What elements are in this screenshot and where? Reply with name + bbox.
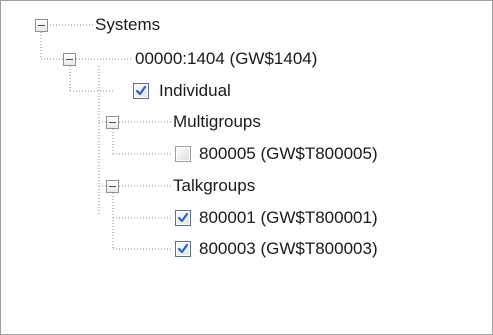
tree-node-multigroups[interactable]: Multigroups: [171, 112, 263, 132]
tree-node-individual[interactable]: Individual: [157, 81, 233, 101]
tree-node-talkgroups[interactable]: Talkgroups: [171, 176, 258, 196]
multigroup-800005-checkbox[interactable]: [175, 146, 191, 162]
talkgroups-collapse-toggle[interactable]: [106, 180, 119, 193]
individual-checkbox[interactable]: [133, 83, 149, 99]
checkmark-icon: [135, 85, 147, 96]
checkmark-icon: [177, 212, 189, 223]
system-1404-collapse-toggle[interactable]: [63, 53, 76, 66]
tree-node-talkgroup-800001[interactable]: 800001 (GW$T800001): [197, 208, 380, 228]
tree-node-systems[interactable]: Systems: [93, 15, 163, 35]
multigroups-collapse-toggle[interactable]: [106, 116, 119, 129]
tree-node-system-1404[interactable]: 00000:1404 (GW$1404): [133, 49, 320, 69]
systems-collapse-toggle[interactable]: [35, 19, 48, 32]
systems-tree-view[interactable]: Systems 00000:1404 (GW$1404) Individual …: [0, 0, 493, 335]
checkmark-icon: [177, 243, 189, 254]
tree-node-multigroup-800005[interactable]: 800005 (GW$T800005): [197, 144, 380, 164]
talkgroup-800001-checkbox[interactable]: [175, 210, 191, 226]
tree-node-talkgroup-800003[interactable]: 800003 (GW$T800003): [197, 239, 380, 259]
talkgroup-800003-checkbox[interactable]: [175, 241, 191, 257]
